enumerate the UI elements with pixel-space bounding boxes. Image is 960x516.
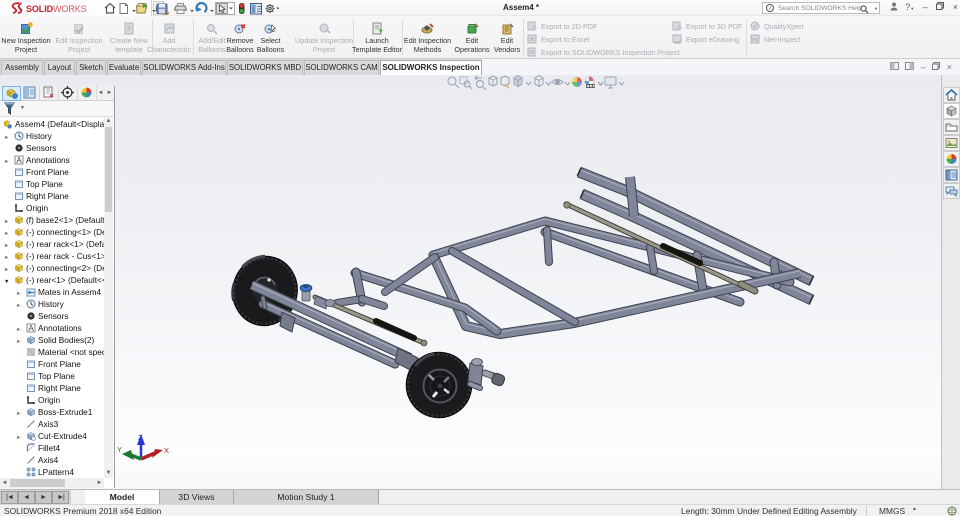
svg-text:Z: Z — [138, 433, 143, 442]
svg-text:A: A — [28, 324, 34, 333]
svg-text:A: A — [16, 156, 22, 165]
svg-text:X: X — [164, 446, 169, 455]
svg-text:Y: Y — [117, 445, 122, 454]
